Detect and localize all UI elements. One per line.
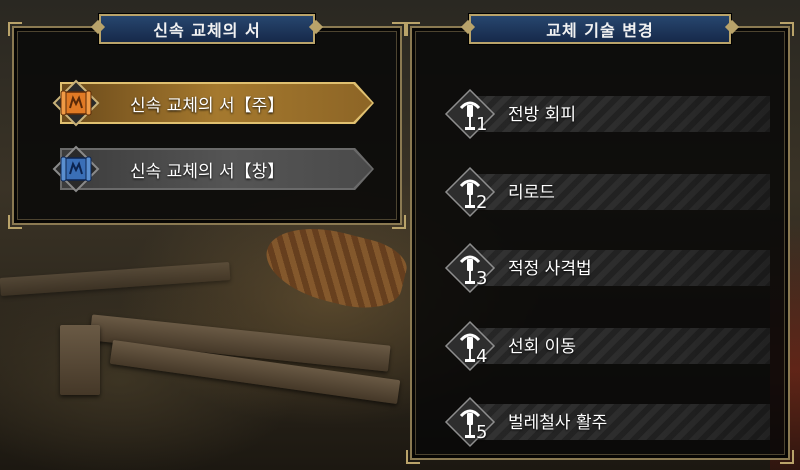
frame-corner — [406, 450, 420, 464]
book-select-panel: 신속 교체의 서 신속 교체의 서【주】 신속 교체의 서【창】 — [8, 14, 406, 229]
wooden-plank — [0, 261, 231, 297]
panel-title: 교체 기술 변경 — [469, 14, 731, 44]
decorative-fish-carving — [258, 216, 412, 318]
frame-corner — [406, 22, 420, 36]
skill-number: 3 — [476, 268, 488, 289]
bowgun-skill-icon — [444, 166, 496, 218]
blue-scroll-icon — [52, 145, 100, 193]
bowgun-skill-icon — [444, 396, 496, 448]
skill-slot-4[interactable]: 4 선회 이동 — [440, 316, 770, 372]
frame-corner — [8, 22, 22, 36]
skill-slot-3[interactable]: 3 적정 사격법 — [440, 238, 770, 294]
skill-label: 선회 이동 — [508, 337, 576, 357]
skill-number: 1 — [476, 114, 488, 135]
book-label: 신속 교체의 서【주】 — [130, 95, 285, 116]
skill-label: 벌레철사 활주 — [508, 413, 608, 433]
frame-corner — [392, 215, 406, 229]
book-option-spear[interactable]: 신속 교체의 서【창】 — [42, 145, 374, 193]
skill-number: 4 — [476, 346, 488, 367]
frame-corner — [780, 450, 794, 464]
book-option-main[interactable]: 신속 교체의 서【주】 — [42, 79, 374, 127]
skill-number: 2 — [476, 192, 488, 213]
skill-label: 전방 회피 — [508, 105, 576, 125]
skill-slot-2[interactable]: 2 리로드 — [440, 162, 770, 218]
bowgun-skill-icon — [444, 88, 496, 140]
skill-label: 적정 사격법 — [508, 259, 592, 279]
wooden-plank — [60, 325, 100, 395]
frame-corner — [8, 215, 22, 229]
switch-skill-panel: 교체 기술 변경 1 전방 회피 2 리로드 3 적정 사격법 4 선회 이동 … — [406, 14, 794, 464]
frame-corner — [392, 22, 406, 36]
skill-slot-1[interactable]: 1 전방 회피 — [440, 84, 770, 140]
skill-number: 5 — [476, 422, 488, 443]
book-label: 신속 교체의 서【창】 — [130, 161, 285, 182]
skill-label: 리로드 — [508, 183, 555, 203]
bowgun-skill-icon — [444, 242, 496, 294]
panel-title: 신속 교체의 서 — [99, 14, 315, 44]
frame-corner — [780, 22, 794, 36]
skill-slot-5[interactable]: 5 벌레철사 활주 — [440, 392, 770, 448]
bowgun-skill-icon — [444, 320, 496, 372]
orange-scroll-icon — [52, 79, 100, 127]
